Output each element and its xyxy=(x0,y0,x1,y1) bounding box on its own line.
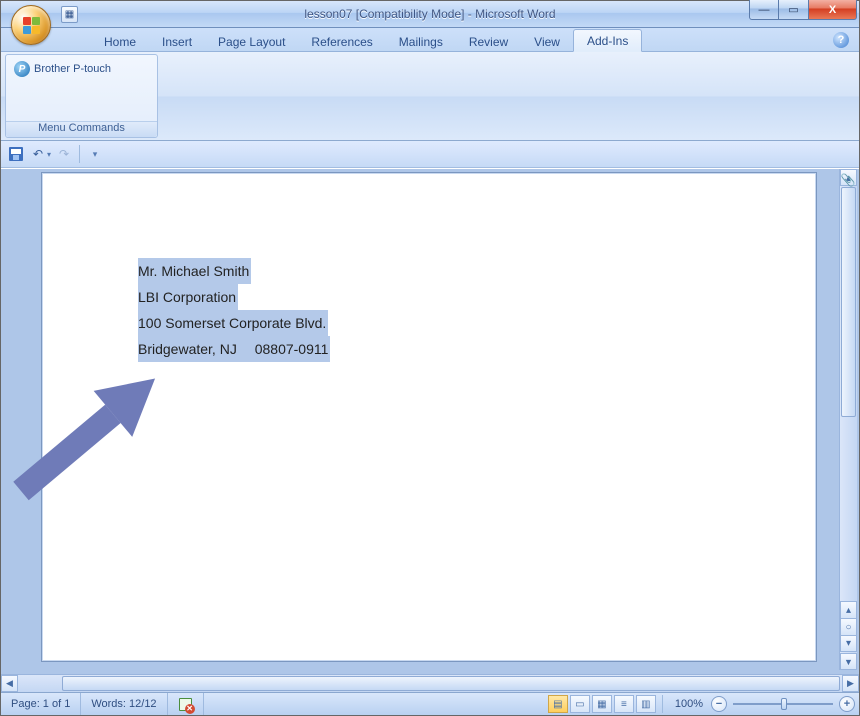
status-bar: Page: 1 of 1 Words: 12/12 ✕ ▤ ▭ ▦ ≡ ▥ 10… xyxy=(1,692,859,715)
title-quick-access: ▦ xyxy=(61,1,78,27)
help-button[interactable]: ? xyxy=(833,32,849,48)
title-bar: ▦ lesson07 [Compatibility Mode] - Micros… xyxy=(1,1,859,28)
scroll-down-button[interactable]: ▼ xyxy=(840,653,857,670)
qat-tile-icon[interactable]: ▦ xyxy=(61,6,78,23)
address-line-4[interactable]: Bridgewater, NJ 08807-0911 xyxy=(138,336,330,362)
status-words[interactable]: Words: 12/12 xyxy=(81,693,167,715)
view-print-layout-button[interactable]: ▤ xyxy=(548,695,568,713)
maximize-button[interactable]: ▭ xyxy=(779,0,809,20)
view-outline-button[interactable]: ≡ xyxy=(614,695,634,713)
view-full-screen-button[interactable]: ▭ xyxy=(570,695,590,713)
save-button[interactable] xyxy=(7,145,25,163)
tab-view[interactable]: View xyxy=(521,31,573,52)
address-line-3[interactable]: 100 Somerset Corporate Blvd. xyxy=(138,310,328,336)
ptouch-icon: P xyxy=(14,61,30,77)
selected-address-block[interactable]: Mr. Michael Smith LBI Corporation 100 So… xyxy=(138,258,330,362)
close-button[interactable]: X xyxy=(809,0,857,20)
view-draft-button[interactable]: ▥ xyxy=(636,695,656,713)
minimize-button[interactable]: — xyxy=(749,0,779,20)
document-area: Mr. Michael Smith LBI Corporation 100 So… xyxy=(1,169,859,692)
browse-object-button[interactable]: ○ xyxy=(840,618,857,635)
document-title: lesson07 [Compatibility Mode] xyxy=(304,7,464,21)
scroll-right-button[interactable]: ▶ xyxy=(842,675,859,692)
ribbon-tabs: Home Insert Page Layout References Maili… xyxy=(1,28,859,52)
window-title: lesson07 [Compatibility Mode] - Microsof… xyxy=(1,7,859,21)
vertical-scrollbar[interactable]: ▲ ▴ ○ ▾ ▼ xyxy=(839,169,857,670)
qat-separator xyxy=(79,145,80,163)
tab-add-ins[interactable]: Add-Ins xyxy=(573,29,642,52)
next-page-button[interactable]: ▾ xyxy=(840,635,857,652)
document-page[interactable]: Mr. Michael Smith LBI Corporation 100 So… xyxy=(41,172,817,662)
hscroll-thumb[interactable] xyxy=(62,676,840,691)
customize-qat-button[interactable] xyxy=(86,145,104,163)
hscroll-track[interactable] xyxy=(18,675,842,692)
tab-references[interactable]: References xyxy=(298,31,385,52)
save-icon xyxy=(9,147,23,161)
window-controls: — ▭ X xyxy=(749,0,857,20)
zoom-out-button[interactable]: − xyxy=(711,696,727,712)
tab-home[interactable]: Home xyxy=(91,31,149,52)
status-spellcheck[interactable]: ✕ xyxy=(168,693,204,715)
tab-review[interactable]: Review xyxy=(456,31,521,52)
zoom-level[interactable]: 100% xyxy=(669,698,709,710)
ribbon-group-label: Menu Commands xyxy=(6,121,157,137)
ribbon: P Brother P-touch Menu Commands xyxy=(1,52,859,141)
status-page[interactable]: Page: 1 of 1 xyxy=(1,693,81,715)
redo-button[interactable] xyxy=(55,145,73,163)
app-title: Microsoft Word xyxy=(475,7,555,21)
address-line-2[interactable]: LBI Corporation xyxy=(138,284,238,310)
tab-mailings[interactable]: Mailings xyxy=(386,31,456,52)
vscroll-track[interactable] xyxy=(840,187,857,592)
scroll-left-button[interactable]: ◀ xyxy=(1,675,18,692)
object-anchor-icon[interactable]: 📎 xyxy=(839,171,857,189)
vscroll-thumb[interactable] xyxy=(841,187,856,417)
tab-insert[interactable]: Insert xyxy=(149,31,205,52)
previous-page-button[interactable]: ▴ xyxy=(840,601,857,618)
spellcheck-icon: ✕ xyxy=(178,697,193,712)
office-button[interactable] xyxy=(11,5,51,45)
zoom-slider-thumb[interactable] xyxy=(781,698,787,710)
undo-button[interactable] xyxy=(29,145,47,163)
undo-dropdown-icon[interactable]: ▾ xyxy=(47,150,51,159)
ptouch-label: Brother P-touch xyxy=(34,63,111,75)
ribbon-group-menu-commands: P Brother P-touch Menu Commands xyxy=(5,54,158,138)
zoom-slider[interactable] xyxy=(733,696,833,712)
zoom-separator xyxy=(662,695,663,713)
office-logo-icon xyxy=(23,17,40,34)
quick-access-toolbar: ▾ xyxy=(1,141,859,168)
view-web-layout-button[interactable]: ▦ xyxy=(592,695,612,713)
brother-ptouch-button[interactable]: P Brother P-touch xyxy=(9,58,116,80)
horizontal-scrollbar[interactable]: ◀ ▶ xyxy=(1,674,859,692)
zoom-in-button[interactable]: + xyxy=(839,696,855,712)
address-line-1[interactable]: Mr. Michael Smith xyxy=(138,258,251,284)
tab-page-layout[interactable]: Page Layout xyxy=(205,31,298,52)
